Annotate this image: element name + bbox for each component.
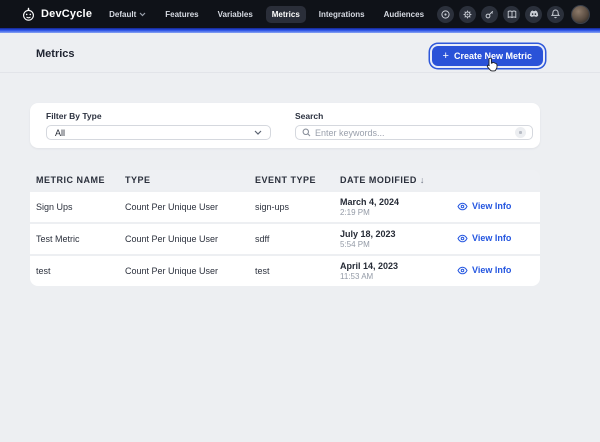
- plus-icon: +: [443, 52, 449, 61]
- table-row[interactable]: Test Metric Count Per Unique User sdff J…: [30, 224, 540, 254]
- eye-icon: [457, 234, 468, 243]
- actions-cell: View Info: [455, 233, 540, 245]
- page-title: Metrics: [36, 48, 75, 60]
- nav-item-features[interactable]: Features: [159, 6, 204, 23]
- metric-name-cell: test: [30, 266, 125, 276]
- metric-type-cell: Count Per Unique User: [125, 234, 255, 244]
- filter-type-select[interactable]: All: [46, 125, 271, 140]
- filter-by-type-field: Filter By Type All: [46, 111, 271, 140]
- event-type-cell: sign-ups: [255, 202, 340, 212]
- table-row[interactable]: Sign Ups Count Per Unique User sign-ups …: [30, 192, 540, 222]
- bell-icon[interactable]: [547, 6, 564, 23]
- filter-type-selected-value: All: [55, 128, 65, 138]
- date-modified-cell: April 14, 2023 11:53 AM: [340, 261, 455, 282]
- metrics-table: METRIC NAME TYPE EVENT TYPE DATE MODIFIE…: [30, 170, 540, 286]
- create-new-metric-button[interactable]: + Create New Metric: [432, 46, 543, 66]
- filter-search-card: Filter By Type All Search: [30, 103, 540, 148]
- eye-icon: [457, 266, 468, 275]
- sort-descending-icon[interactable]: ↓: [420, 175, 425, 185]
- nav-item-variables[interactable]: Variables: [212, 6, 259, 23]
- devcycle-logo[interactable]: DevCycle: [21, 7, 92, 22]
- column-header-event-type[interactable]: EVENT TYPE: [255, 175, 340, 185]
- metrics-page: Metrics + Create New Metric Filter By Ty…: [0, 33, 600, 442]
- page-header: Metrics + Create New Metric: [0, 33, 600, 73]
- search-input[interactable]: [315, 128, 511, 138]
- metric-name-cell: Sign Ups: [30, 202, 125, 212]
- date-modified-cell: March 4, 2024 2:19 PM: [340, 197, 455, 218]
- nav-item-audiences[interactable]: Audiences: [378, 6, 430, 23]
- primary-nav: Default Features Variables Metrics Integ…: [103, 6, 430, 23]
- chevron-down-icon: [254, 130, 262, 135]
- column-header-type[interactable]: TYPE: [125, 175, 255, 185]
- nav-item-metrics[interactable]: Metrics: [266, 6, 306, 23]
- actions-cell: View Info: [455, 265, 540, 277]
- togglebot-robot-icon: [21, 7, 36, 22]
- column-header-metric-name[interactable]: METRIC NAME: [30, 175, 125, 185]
- clear-search-icon[interactable]: [515, 127, 526, 138]
- create-new-metric-label: Create New Metric: [454, 51, 532, 61]
- filter-by-type-label: Filter By Type: [46, 111, 271, 121]
- actions-cell: View Info: [455, 201, 540, 213]
- view-info-link[interactable]: View Info: [457, 265, 511, 275]
- nav-item-default[interactable]: Default: [103, 6, 152, 23]
- view-info-link[interactable]: View Info: [457, 233, 511, 243]
- key-icon[interactable]: [481, 6, 498, 23]
- gear-icon[interactable]: [459, 6, 476, 23]
- event-type-cell: sdff: [255, 234, 340, 244]
- search-field: Search: [295, 111, 533, 140]
- eye-icon: [457, 202, 468, 211]
- table-header-row: METRIC NAME TYPE EVENT TYPE DATE MODIFIE…: [30, 170, 540, 190]
- book-icon[interactable]: [503, 6, 520, 23]
- top-navigation-bar: DevCycle Default Features Variables Metr…: [0, 0, 600, 28]
- nav-item-integrations[interactable]: Integrations: [313, 6, 371, 23]
- column-header-date-modified[interactable]: DATE MODIFIED ↓: [340, 175, 455, 185]
- discord-icon[interactable]: [525, 6, 542, 23]
- brand-name: DevCycle: [41, 8, 92, 20]
- table-row[interactable]: test Count Per Unique User test April 14…: [30, 256, 540, 286]
- metric-type-cell: Count Per Unique User: [125, 202, 255, 212]
- view-info-link[interactable]: View Info: [457, 201, 511, 211]
- search-icon: [302, 128, 311, 137]
- search-label: Search: [295, 111, 533, 121]
- chevron-down-icon: [139, 12, 146, 17]
- metric-type-cell: Count Per Unique User: [125, 266, 255, 276]
- user-avatar[interactable]: [571, 5, 590, 24]
- metric-name-cell: Test Metric: [30, 234, 125, 244]
- target-icon[interactable]: [437, 6, 454, 23]
- nav-utility-icons: [437, 5, 590, 24]
- event-type-cell: test: [255, 266, 340, 276]
- search-box: [295, 125, 533, 140]
- date-modified-cell: July 18, 2023 5:54 PM: [340, 229, 455, 250]
